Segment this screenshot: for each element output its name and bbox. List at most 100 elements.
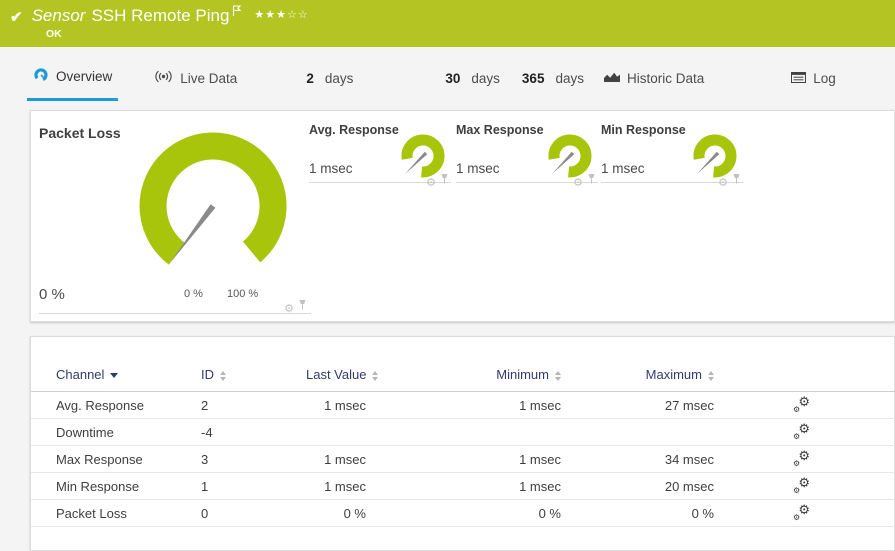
max-response-value: 1 msec [456,161,500,176]
channel-settings-gears-icon[interactable]: ⚙ ⚙ [792,476,812,495]
channel-name[interactable]: Downtime [31,418,201,446]
channel-last-value: 1 msec [306,472,366,500]
channel-name[interactable]: Avg. Response [31,391,201,419]
column-header-last-value[interactable]: Last Value [306,361,379,392]
sensor-status-bar: ✔ Sensor SSH Remote Ping ★★★☆☆ OK [0,0,895,47]
table-header-row: Channel ID Last Value Minimum Maximum [31,361,895,392]
live-data-icon [154,70,173,86]
gauge-settings-gear-icon[interactable]: ⚙ [426,178,436,189]
sensor-title: SSH Remote Ping [91,6,230,25]
channel-maximum [561,418,714,446]
column-header-maximum[interactable]: Maximum [561,361,714,392]
tab-historic-data-label: Historic Data [626,71,705,86]
table-row: Min Response 1 1 msec 1 msec 20 msec ⚙ ⚙ [31,472,895,500]
min-response-title: Min Response [601,123,686,137]
channel-settings-gears-icon[interactable]: ⚙ ⚙ [792,422,812,441]
pin-icon[interactable] [732,171,741,189]
channel-id: 2 [201,391,306,419]
log-list-icon [791,71,807,86]
tab-2-days[interactable]: 2 days [300,71,359,101]
tab-live-data-label: Live Data [180,70,238,86]
channel-settings-gears-icon[interactable]: ⚙ ⚙ [792,395,812,414]
channel-last-value: 1 msec [306,391,366,419]
channel-minimum: 0 % [366,499,561,527]
min-response-gauge-tile: Min Response 1 msec ⚙ [601,121,743,189]
tab-overview-label: Overview [56,69,113,84]
pin-icon[interactable] [440,171,449,189]
channel-maximum: 27 msec [561,391,714,419]
channel-settings-gears-icon[interactable]: ⚙ ⚙ [792,449,812,468]
gauge-settings-gear-icon[interactable]: ⚙ [573,178,583,189]
column-header-id[interactable]: ID [201,361,306,392]
flag-icon[interactable] [232,4,242,22]
table-row: Max Response 3 1 msec 1 msec 34 msec ⚙ ⚙ [31,445,895,473]
channel-last-value [306,418,366,446]
channel-maximum: 20 msec [561,472,714,500]
table-row: Packet Loss 0 0 % 0 % 0 % ⚙ ⚙ [31,499,895,527]
channel-minimum: 1 msec [366,472,561,500]
channel-id: 1 [201,472,306,500]
channel-maximum: 34 msec [561,445,714,473]
packet-loss-scale-min: 0 % [184,288,203,300]
channel-minimum: 1 msec [366,445,561,473]
table-row: Downtime -4 ⚙ ⚙ [31,418,895,446]
packet-loss-gauge-tile: Packet Loss 0 % 100 % 0 % ⚙ [39,121,311,315]
avg-response-gauge-tile: Avg. Response 1 msec ⚙ [309,121,451,189]
tab-365-days-number: 365 [521,71,545,86]
sort-icon [708,370,714,381]
tab-30-days[interactable]: 30 days [439,71,506,101]
tab-live-data[interactable]: Live Data [148,70,243,101]
channel-name[interactable]: Min Response [31,472,201,500]
tab-365-days-unit: days [555,71,584,86]
channels-table-panel: Channel ID Last Value Minimum Maximum Av… [30,336,895,551]
status-badge: OK [46,28,62,40]
sort-desc-icon [110,373,119,379]
tab-2-days-number: 2 [306,71,314,86]
channel-minimum [366,418,561,446]
gauge-icon [33,67,49,86]
sensor-tab-bar: Overview Live Data 2 days 30 days 365 da… [0,47,895,101]
packet-loss-gauge [139,132,287,265]
sensor-kind-label: Sensor [31,6,86,25]
packet-loss-value: 0 % [39,286,65,303]
max-response-gauge-tile: Max Response 1 msec ⚙ [456,121,598,189]
table-row: Avg. Response 2 1 msec 1 msec 27 msec ⚙ ⚙ [31,391,895,419]
channel-last-value: 0 % [306,499,366,527]
pin-icon[interactable] [587,171,596,189]
channel-maximum: 0 % [561,499,714,527]
channel-minimum: 1 msec [366,391,561,419]
status-check-icon: ✔ [10,9,23,26]
channel-name[interactable]: Max Response [31,445,201,473]
channel-id: 3 [201,445,306,473]
channel-id: 0 [201,499,306,527]
tab-30-days-unit: days [471,71,500,86]
column-header-minimum[interactable]: Minimum [366,361,561,392]
gauge-settings-gear-icon[interactable]: ⚙ [284,304,294,315]
channel-settings-gears-icon[interactable]: ⚙ ⚙ [792,503,812,522]
gauge-settings-gear-icon[interactable]: ⚙ [718,178,728,189]
column-header-channel[interactable]: Channel [31,361,201,392]
tab-2-days-unit: days [324,71,354,86]
overview-gauges-panel: Packet Loss 0 % 100 % 0 % ⚙ Avg. Respons… [30,110,895,322]
area-chart-icon [603,71,620,86]
channel-last-value: 1 msec [306,445,366,473]
tab-log-label: Log [813,71,836,86]
sort-icon [372,370,379,381]
packet-loss-scale-max: 100 % [227,288,259,300]
avg-response-title: Avg. Response [309,123,399,137]
tab-30-days-number: 30 [445,71,461,86]
tab-log[interactable]: Log [785,71,842,101]
channel-id: -4 [201,418,306,446]
channels-table: Channel ID Last Value Minimum Maximum Av… [31,361,895,527]
priority-stars[interactable]: ★★★☆☆ [254,8,308,21]
tab-overview[interactable]: Overview [27,67,119,101]
avg-response-value: 1 msec [309,161,353,176]
channel-name[interactable]: Packet Loss [31,499,201,527]
tab-historic-data[interactable]: Historic Data [598,71,710,101]
min-response-value: 1 msec [601,161,645,176]
max-response-title: Max Response [456,123,544,137]
tab-365-days[interactable]: 365 days [516,71,590,101]
pin-icon[interactable] [298,297,307,315]
sort-icon [220,370,226,381]
packet-loss-title: Packet Loss [39,125,121,141]
